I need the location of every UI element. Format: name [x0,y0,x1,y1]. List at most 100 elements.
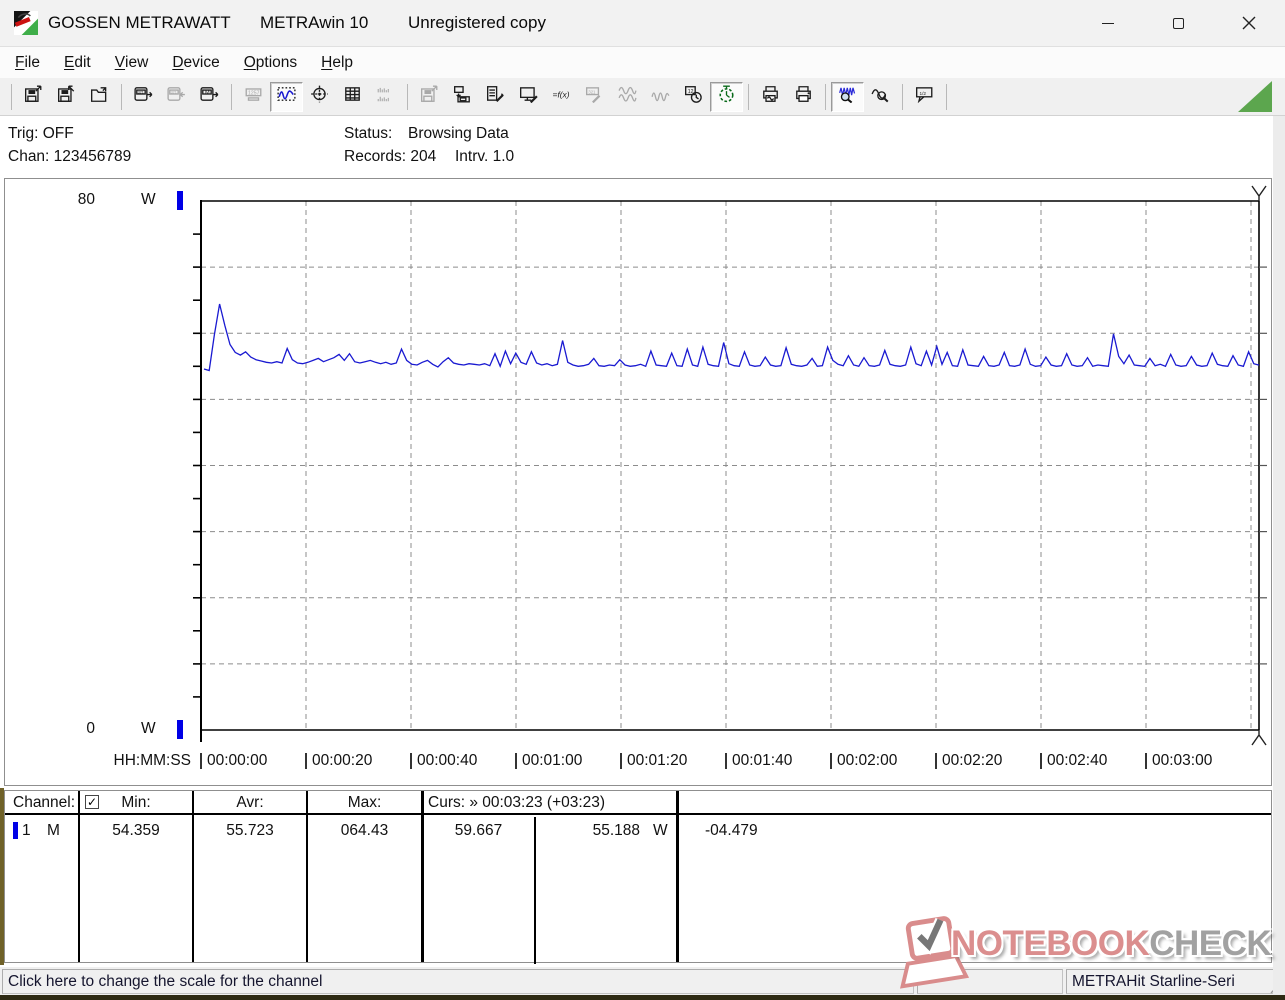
store-data-button[interactable] [50,82,83,112]
zoom-trace-button[interactable] [831,82,864,112]
header-avr[interactable]: Avr: [193,794,307,812]
menu-file[interactable]: File [3,47,52,78]
svg-text:321: 321 [588,89,596,94]
table-display-button[interactable] [336,82,369,112]
print-icon [794,85,813,108]
menu-bar: FileEditViewDeviceOptionsHelp [0,47,1285,78]
formula-button[interactable]: =f(x) [545,82,578,112]
y-unit-bottom-label: W [141,720,156,738]
print-preview-button[interactable] [754,82,787,112]
read-memory-button[interactable]: M [193,82,226,112]
minimize-button[interactable] [1085,0,1131,46]
channel-row-marker [13,822,18,839]
trend-display-button[interactable] [270,82,303,112]
chart-panel[interactable]: 80 W 0 W HH:MM:SS 00:00:0000:00:2000:00:… [4,178,1272,786]
close-button[interactable] [1226,0,1272,46]
svg-text:M: M [205,90,210,96]
menu-view[interactable]: View [103,47,161,78]
desktop-edge-bottom [0,995,1285,1000]
cursor-handle-bottom[interactable] [1252,730,1266,745]
header-min[interactable]: Min: [79,794,193,812]
print-preview-icon [761,85,780,108]
display-settings-button: 321 [578,82,611,112]
annotation-button[interactable]: 1/2 [908,82,941,112]
trend-display-icon [277,85,296,108]
x-axis-tick-label: 00:00:40 [417,752,477,770]
title-license: Unregistered copy [408,13,546,33]
zoom-mode-button[interactable] [864,82,897,112]
y-scale-max-label[interactable]: 80 [53,191,95,209]
timer-button[interactable] [710,82,743,112]
pulse-output-icon [651,85,670,108]
header-cursor[interactable]: Curs: » 00:03:23 (+03:23) [428,794,605,812]
x-axis-tick-label: 00:02:40 [1047,752,1107,770]
export-data-button [413,82,446,112]
print-button[interactable] [787,82,820,112]
cell-cursor-a: 59.667 [422,822,535,840]
formula-icon: =f(x) [552,85,571,108]
channel-list: Chan: 123456789 [8,148,131,166]
channel-table-header: Channel: ✓ Min: Avr: Max: Curs: » 00:03:… [5,791,1271,815]
window-frame-right [1273,116,1285,995]
read-device-button[interactable]: 321 [127,82,160,112]
menu-edit[interactable]: Edit [52,47,103,78]
open-file-button[interactable] [83,82,116,112]
cell-channel-mode: M [47,822,60,840]
x-axis-tick-label: 00:03:00 [1152,752,1212,770]
time-settings-button[interactable]: 12 [677,82,710,112]
display-settings-icon: 321 [585,85,604,108]
power-trace [204,304,1259,371]
numeric-display-button: 1257 [237,82,270,112]
title-app-name: METRAwin 10 [260,13,368,33]
toolbar-separator [231,84,232,110]
svg-text:1257: 1257 [248,90,260,96]
toolbar-separator [121,84,122,110]
svg-text:1/2: 1/2 [919,91,926,96]
desktop-edge-left [0,788,4,965]
menu-device[interactable]: Device [160,47,231,78]
timer-icon [717,85,736,108]
cell-min: 54.359 [79,822,193,840]
monitor-settings-button[interactable] [512,82,545,112]
channel-color-marker-bottom[interactable] [177,720,183,739]
analog-output-button [611,82,644,112]
maximize-button[interactable] [1155,0,1201,46]
x-axis-tick-label: 00:02:20 [942,752,1002,770]
channel-color-marker-top[interactable] [177,191,183,210]
y-unit-top-label: W [141,191,156,209]
xy-display-icon [310,85,329,108]
header-max[interactable]: Max: [307,794,422,812]
menu-help[interactable]: Help [309,47,365,78]
time-settings-icon: 12 [684,85,703,108]
read-memory-icon: M [200,85,219,108]
x-axis-tick-label: 00:01:00 [522,752,582,770]
cell-cursor-delta: -04.479 [705,822,758,840]
toolbar-separator [825,84,826,110]
channel-settings-button[interactable] [479,82,512,112]
menu-options[interactable]: Options [232,47,309,78]
send-device-icon: 321 [167,85,186,108]
toolbar: 321 321 M 1257 =f(x) 321 12 1/2 [0,78,1285,116]
analog-output-icon [618,85,637,108]
cursor-handle-top[interactable] [1252,186,1266,201]
export-data-icon [420,85,439,108]
metrawin-window: { "window": { "brand": "GOSSEN METRAWATT… [0,0,1285,1000]
statusbar-hint[interactable]: Click here to change the scale for the c… [2,969,914,994]
zoom-trace-icon [838,85,857,108]
numeric-display-icon: 1257 [244,85,263,108]
save-data-button[interactable] [17,82,50,112]
cell-avr: 55.723 [193,822,307,840]
title-brand: GOSSEN METRAWATT [48,13,231,33]
xy-display-button[interactable] [303,82,336,112]
y-scale-min-label[interactable]: 0 [53,720,95,738]
status-bar: Click here to change the scale for the c… [0,967,1285,996]
svg-text:321: 321 [171,91,177,95]
title-bar: GOSSEN METRAWATT METRAwin 10 Unregistere… [0,0,1285,47]
x-axis-tick-label: 00:00:20 [312,752,372,770]
x-axis-tick-label: 00:01:20 [627,752,687,770]
cell-channel-num: 1 [22,822,31,840]
import-data-button[interactable] [446,82,479,112]
histogram-display-icon [376,85,395,108]
corner-triangle-icon [1238,81,1272,112]
status-label: Status: [344,125,392,143]
